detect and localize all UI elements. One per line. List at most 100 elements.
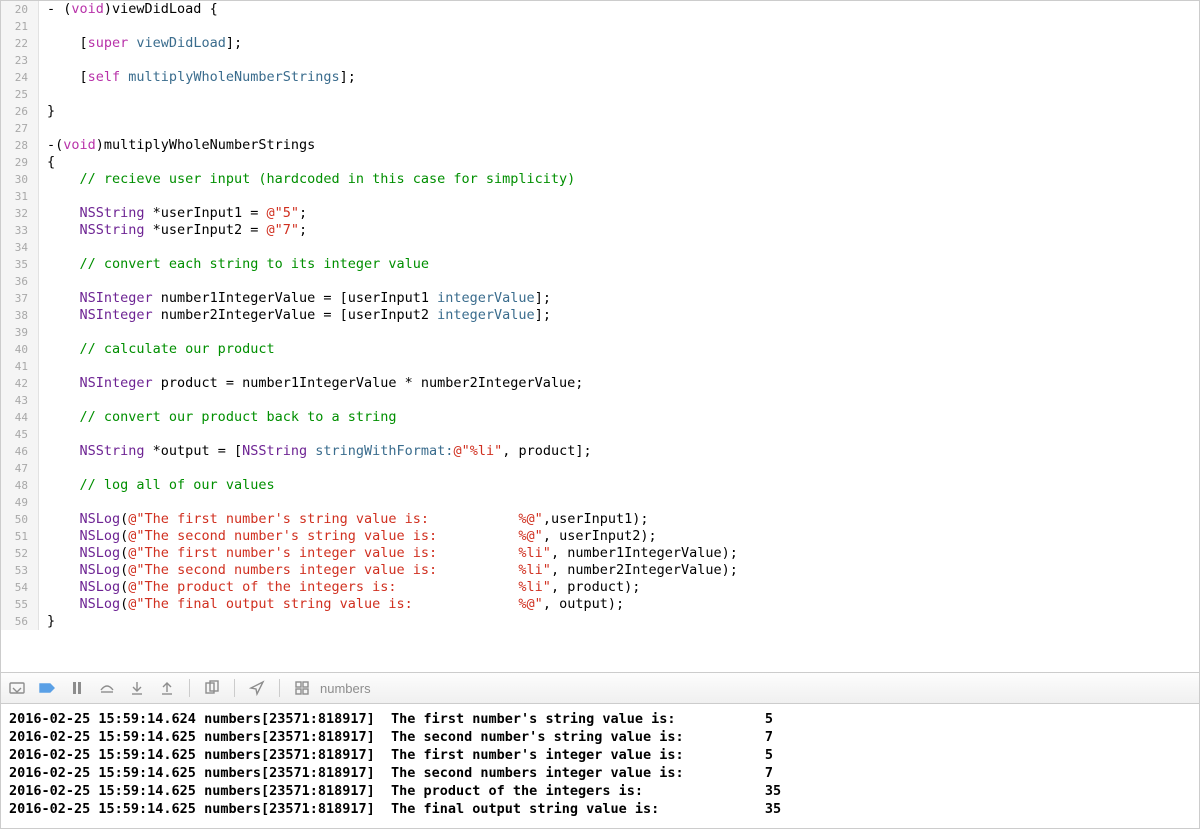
code-text[interactable]: NSInteger number1IntegerValue = [userInp… (39, 290, 1199, 307)
code-line[interactable]: 56} (1, 613, 1199, 630)
code-line[interactable]: 36 (1, 273, 1199, 290)
line-number[interactable]: 39 (1, 324, 39, 341)
breakpoint-icon[interactable] (39, 680, 55, 696)
line-number[interactable]: 20 (1, 1, 39, 18)
line-number[interactable]: 21 (1, 18, 39, 35)
code-line[interactable]: 27 (1, 120, 1199, 137)
code-line[interactable]: 20- (void)viewDidLoad { (1, 1, 1199, 18)
line-number[interactable]: 31 (1, 188, 39, 205)
line-number[interactable]: 51 (1, 528, 39, 545)
line-number[interactable]: 50 (1, 511, 39, 528)
code-text[interactable]: -(void)multiplyWholeNumberStrings (39, 137, 1199, 154)
code-line[interactable]: 47 (1, 460, 1199, 477)
line-number[interactable]: 37 (1, 290, 39, 307)
code-text[interactable]: NSLog(@"The final output string value is… (39, 596, 1199, 613)
code-line[interactable]: 32 NSString *userInput1 = @"5"; (1, 205, 1199, 222)
process-icon[interactable] (294, 680, 310, 696)
line-number[interactable]: 35 (1, 256, 39, 273)
code-line[interactable]: 24 [self multiplyWholeNumberStrings]; (1, 69, 1199, 86)
line-number[interactable]: 28 (1, 137, 39, 154)
line-number[interactable]: 32 (1, 205, 39, 222)
step-out-icon[interactable] (159, 680, 175, 696)
code-text[interactable]: // calculate our product (39, 341, 1199, 358)
line-number[interactable]: 24 (1, 69, 39, 86)
line-number[interactable]: 40 (1, 341, 39, 358)
code-line[interactable]: 44 // convert our product back to a stri… (1, 409, 1199, 426)
code-line[interactable]: 41 (1, 358, 1199, 375)
code-line[interactable]: 43 (1, 392, 1199, 409)
line-number[interactable]: 29 (1, 154, 39, 171)
code-line[interactable]: 28-(void)multiplyWholeNumberStrings (1, 137, 1199, 154)
code-text[interactable]: NSInteger product = number1IntegerValue … (39, 375, 1199, 392)
code-line[interactable]: 37 NSInteger number1IntegerValue = [user… (1, 290, 1199, 307)
line-number[interactable]: 33 (1, 222, 39, 239)
code-text[interactable]: NSString *userInput2 = @"7"; (39, 222, 1199, 239)
code-line[interactable]: 38 NSInteger number2IntegerValue = [user… (1, 307, 1199, 324)
line-number[interactable]: 55 (1, 596, 39, 613)
code-text[interactable]: [super viewDidLoad]; (39, 35, 1199, 52)
code-line[interactable]: 35 // convert each string to its integer… (1, 256, 1199, 273)
line-number[interactable]: 42 (1, 375, 39, 392)
line-number[interactable]: 56 (1, 613, 39, 630)
code-line[interactable]: 49 (1, 494, 1199, 511)
code-editor[interactable]: 20- (void)viewDidLoad {2122 [super viewD… (1, 1, 1199, 672)
code-line[interactable]: 45 (1, 426, 1199, 443)
code-text[interactable]: NSLog(@"The first number's string value … (39, 511, 1199, 528)
line-number[interactable]: 27 (1, 120, 39, 137)
code-text[interactable]: } (39, 613, 1199, 630)
line-number[interactable]: 45 (1, 426, 39, 443)
step-over-icon[interactable] (99, 680, 115, 696)
code-line[interactable]: 55 NSLog(@"The final output string value… (1, 596, 1199, 613)
code-text[interactable]: NSLog(@"The first number's integer value… (39, 545, 1199, 562)
code-text[interactable]: - (void)viewDidLoad { (39, 1, 1199, 18)
code-line[interactable]: 25 (1, 86, 1199, 103)
code-text[interactable]: NSLog(@"The second numbers integer value… (39, 562, 1199, 579)
code-line[interactable]: 52 NSLog(@"The first number's integer va… (1, 545, 1199, 562)
code-text[interactable]: // recieve user input (hardcoded in this… (39, 171, 1199, 188)
line-number[interactable]: 47 (1, 460, 39, 477)
line-number[interactable]: 48 (1, 477, 39, 494)
code-line[interactable]: 23 (1, 52, 1199, 69)
line-number[interactable]: 54 (1, 579, 39, 596)
code-line[interactable]: 29{ (1, 154, 1199, 171)
code-line[interactable]: 46 NSString *output = [NSString stringWi… (1, 443, 1199, 460)
code-line[interactable]: 39 (1, 324, 1199, 341)
line-number[interactable]: 30 (1, 171, 39, 188)
code-line[interactable]: 22 [super viewDidLoad]; (1, 35, 1199, 52)
code-line[interactable]: 30 // recieve user input (hardcoded in t… (1, 171, 1199, 188)
code-text[interactable]: [self multiplyWholeNumberStrings]; (39, 69, 1199, 86)
code-line[interactable]: 50 NSLog(@"The first number's string val… (1, 511, 1199, 528)
code-line[interactable]: 53 NSLog(@"The second numbers integer va… (1, 562, 1199, 579)
toggle-console-icon[interactable] (9, 680, 25, 696)
pause-icon[interactable] (69, 680, 85, 696)
code-line[interactable]: 42 NSInteger product = number1IntegerVal… (1, 375, 1199, 392)
code-line[interactable]: 34 (1, 239, 1199, 256)
code-text[interactable]: NSString *output = [NSString stringWithF… (39, 443, 1199, 460)
line-number[interactable]: 46 (1, 443, 39, 460)
debug-console[interactable]: 2016-02-25 15:59:14.624 numbers[23571:81… (1, 704, 1199, 828)
code-line[interactable]: 54 NSLog(@"The product of the integers i… (1, 579, 1199, 596)
code-text[interactable]: NSString *userInput1 = @"5"; (39, 205, 1199, 222)
code-line[interactable]: 21 (1, 18, 1199, 35)
code-line[interactable]: 51 NSLog(@"The second number's string va… (1, 528, 1199, 545)
code-text[interactable]: // log all of our values (39, 477, 1199, 494)
line-number[interactable]: 38 (1, 307, 39, 324)
line-number[interactable]: 53 (1, 562, 39, 579)
line-number[interactable]: 34 (1, 239, 39, 256)
code-line[interactable]: 33 NSString *userInput2 = @"7"; (1, 222, 1199, 239)
code-text[interactable]: // convert each string to its integer va… (39, 256, 1199, 273)
line-number[interactable]: 49 (1, 494, 39, 511)
code-text[interactable]: NSLog(@"The product of the integers is: … (39, 579, 1199, 596)
code-text[interactable]: NSInteger number2IntegerValue = [userInp… (39, 307, 1199, 324)
debug-view-hierarchy-icon[interactable] (204, 680, 220, 696)
code-text[interactable]: } (39, 103, 1199, 120)
line-number[interactable]: 41 (1, 358, 39, 375)
code-text[interactable]: NSLog(@"The second number's string value… (39, 528, 1199, 545)
line-number[interactable]: 43 (1, 392, 39, 409)
line-number[interactable]: 26 (1, 103, 39, 120)
code-text[interactable]: // convert our product back to a string (39, 409, 1199, 426)
line-number[interactable]: 22 (1, 35, 39, 52)
line-number[interactable]: 36 (1, 273, 39, 290)
line-number[interactable]: 23 (1, 52, 39, 69)
line-number[interactable]: 44 (1, 409, 39, 426)
